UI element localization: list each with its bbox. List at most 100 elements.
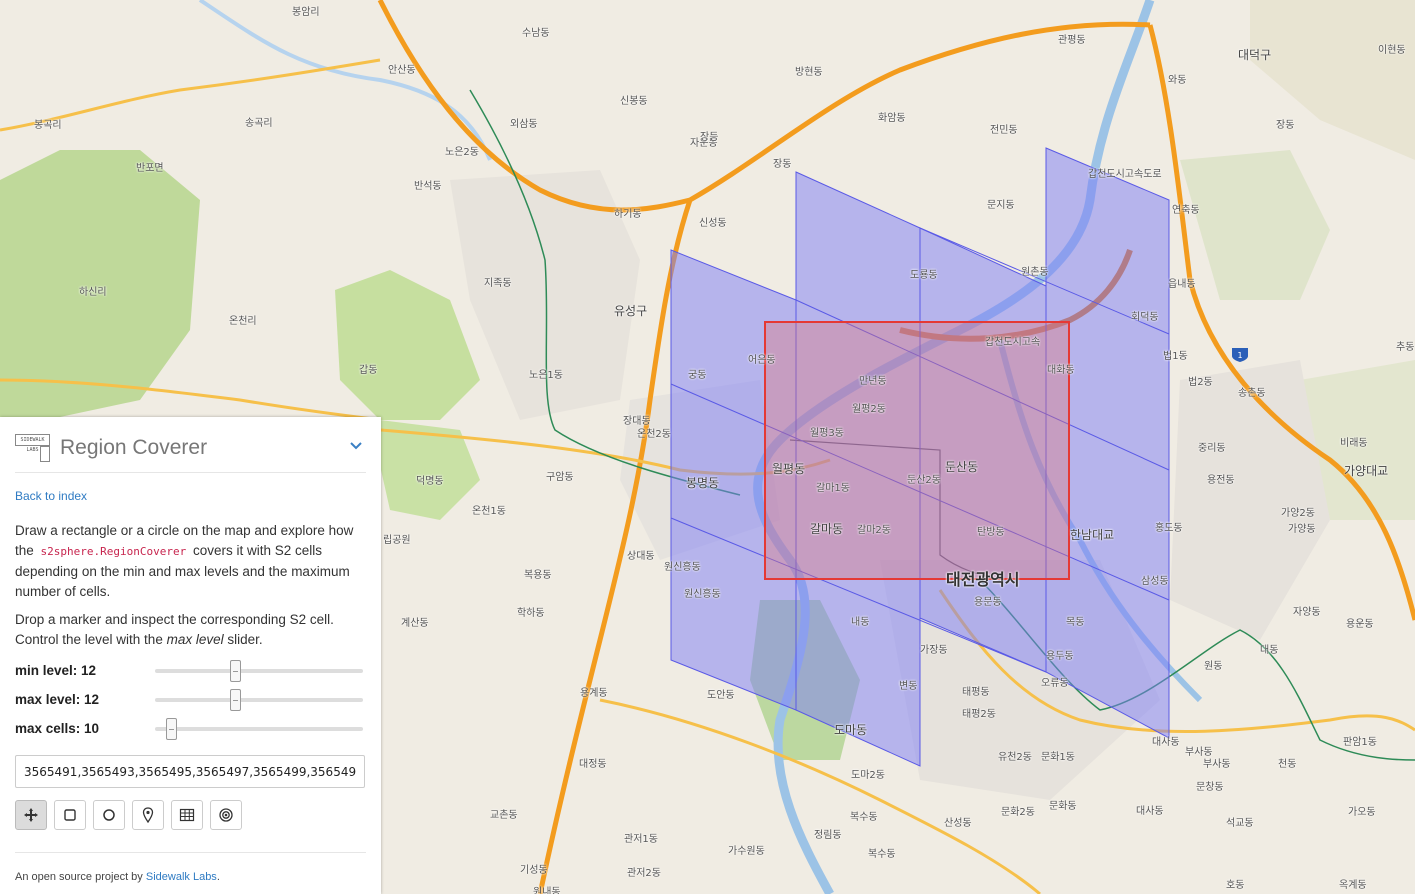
target-tool-button[interactable] <box>210 800 242 830</box>
map-label: 가양동 <box>1288 524 1316 535</box>
panel-title: Region Coverer <box>60 435 208 459</box>
map-label: 갈마동 <box>810 522 844 536</box>
map-label: 덕명동 <box>416 476 444 487</box>
map-label: 자양동 <box>1293 607 1321 618</box>
max-cells-row: max cells: 10 <box>15 714 366 743</box>
pan-tool-button[interactable] <box>15 800 47 830</box>
max-level-label: max level: 12 <box>15 692 100 707</box>
map-label: 용운동 <box>1346 619 1374 630</box>
map-label: 신성동 <box>699 218 727 229</box>
map-label: 외삼동 <box>510 119 538 130</box>
chevron-down-icon[interactable] <box>346 438 366 458</box>
map-label: 가수원동 <box>728 846 765 857</box>
max-cells-slider-thumb[interactable] <box>166 717 178 740</box>
map-label: 읍내동 <box>1168 279 1196 290</box>
min-level-slider-thumb[interactable] <box>229 659 241 682</box>
map-label: 대사동 <box>1152 737 1180 748</box>
region-coverer-code: s2sphere.RegionCoverer <box>40 545 187 558</box>
map-label: 하기동 <box>614 209 642 220</box>
map-label: 온천리 <box>229 316 257 327</box>
map-label: 갈마2동 <box>857 525 891 536</box>
map-label: 용두동 <box>1046 651 1074 662</box>
sidewalk-labs-link[interactable]: Sidewalk Labs <box>146 871 217 883</box>
map-label: 이현동 <box>1378 45 1406 56</box>
map-label: 월평3동 <box>810 428 844 439</box>
min-level-slider[interactable] <box>155 659 363 682</box>
map-label: 신봉동 <box>620 96 648 107</box>
map-label: 갑천도시고속 <box>985 337 1041 348</box>
map-label: 송곡리 <box>245 118 273 129</box>
map-label: 태평동 <box>962 687 990 698</box>
map-label: 문창동 <box>1196 782 1224 793</box>
map-label: 천동 <box>1278 759 1297 770</box>
map-label: 하신리 <box>79 287 107 298</box>
marker-tool-button[interactable] <box>132 800 164 830</box>
map-label: 둔산2동 <box>907 475 941 486</box>
map-label: 원내동 <box>533 887 561 894</box>
map-label: 목동 <box>1066 617 1085 628</box>
max-level-slider[interactable] <box>155 688 363 711</box>
map-label: 산성동 <box>944 818 972 829</box>
map-label: 내동 <box>851 617 870 628</box>
map-label: 문화1동 <box>1041 752 1075 763</box>
map-label: 유천2동 <box>998 752 1032 763</box>
map-label: 문지동 <box>987 200 1015 211</box>
back-to-index-link[interactable]: Back to index <box>15 489 366 503</box>
map-label: 태평2동 <box>962 709 996 720</box>
map-label: 용전동 <box>1207 475 1235 486</box>
map-label: 상대동 <box>627 551 655 562</box>
map-label: 복수동 <box>868 849 896 860</box>
draw-toolbar <box>15 800 366 830</box>
circle-tool-button[interactable] <box>93 800 125 830</box>
map-label: 홍도동 <box>1155 523 1183 534</box>
map-label: 복용동 <box>524 570 552 581</box>
cell-ids-field[interactable] <box>15 755 365 788</box>
control-panel: SIDEWALK LABS Region Coverer Back to ind… <box>0 417 381 894</box>
drawn-rectangle <box>764 321 1070 580</box>
map-label: 오류동 <box>1041 678 1069 689</box>
map-label: 송촌동 <box>1238 388 1266 399</box>
map-marker-icon <box>142 807 154 823</box>
rectangle-tool-button[interactable] <box>54 800 86 830</box>
map-label: 법2동 <box>1188 377 1213 388</box>
map-label: 학하동 <box>517 608 545 619</box>
svg-text:1: 1 <box>1237 351 1242 360</box>
map-label: 도안동 <box>707 690 735 701</box>
map-label: 어은동 <box>748 355 776 366</box>
map-label: 중리동 <box>1198 443 1226 454</box>
map-label: 교촌동 <box>490 810 518 821</box>
map-label: 추동 <box>1396 342 1415 353</box>
map-label: 화암동 <box>878 113 906 124</box>
sidewalk-labs-logo: SIDEWALK LABS <box>15 433 50 462</box>
sliders: min level: 12 max level: 12 max cells: 1… <box>15 656 366 743</box>
max-level-slider-thumb[interactable] <box>229 688 241 711</box>
map-label: 장동 <box>1276 120 1295 131</box>
map-label: 기성동 <box>520 865 548 876</box>
map-label: 장동 <box>773 159 792 170</box>
grid-tool-button[interactable] <box>171 800 203 830</box>
map-label: 원신흥동 <box>684 589 721 600</box>
map-label: 관저1동 <box>624 834 658 845</box>
map-label: 가양대교 <box>1344 464 1389 478</box>
max-cells-slider[interactable] <box>155 717 363 740</box>
map-label: 노은1동 <box>529 370 563 381</box>
map-label: 원동 <box>1204 661 1223 672</box>
map-label: 도마동 <box>834 723 868 737</box>
max-cells-label: max cells: 10 <box>15 721 100 736</box>
map-label: 노은2동 <box>445 147 479 158</box>
map-label: 판암1동 <box>1343 737 1377 748</box>
move-icon <box>24 808 38 822</box>
map-label: 대화동 <box>1047 365 1075 376</box>
map-label: 원촌동 <box>1021 267 1049 278</box>
panel-header: SIDEWALK LABS Region Coverer <box>15 431 366 473</box>
map-label: 수남동 <box>522 28 550 39</box>
map-label: 구암동 <box>546 472 574 483</box>
description: Draw a rectangle or a circle on the map … <box>15 523 354 599</box>
map-label: 갑천도시고속도로 <box>1088 169 1162 180</box>
map-label: 삼성동 <box>1141 576 1169 587</box>
min-level-label: min level: 12 <box>15 663 97 678</box>
map-label: 대정동 <box>579 759 607 770</box>
map-label: 대전광역시 <box>946 570 1020 589</box>
map-label: 부사동 <box>1185 747 1213 758</box>
map-label: 와동 <box>1168 75 1187 86</box>
